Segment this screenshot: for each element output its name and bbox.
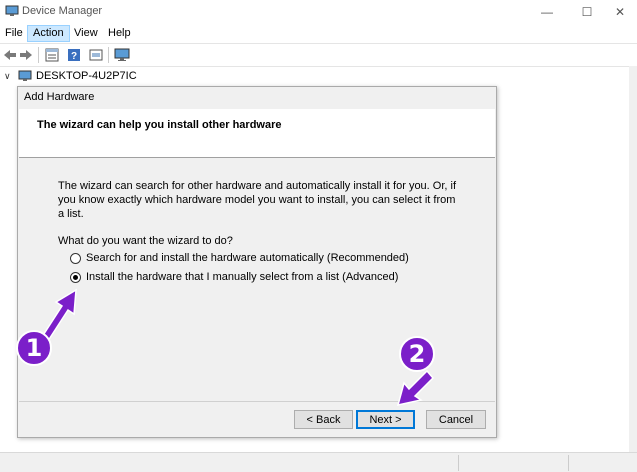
vertical-scrollbar[interactable] <box>629 66 637 458</box>
radio-button-unchecked[interactable] <box>70 252 81 264</box>
update-driver-button[interactable] <box>88 47 104 63</box>
toolbar-separator <box>38 47 39 63</box>
tree-root-label: DESKTOP-4U2P7IC <box>36 70 137 82</box>
window-title: Device Manager <box>22 5 103 17</box>
dialog-separator <box>19 401 495 402</box>
cancel-button[interactable]: Cancel <box>426 410 486 429</box>
back-button[interactable]: < Back <box>294 410 353 429</box>
radio-button-checked[interactable] <box>70 271 81 283</box>
dialog-heading: The wizard can help you install other ha… <box>37 119 282 131</box>
dialog-title: Add Hardware <box>24 91 95 103</box>
menu-help[interactable]: Help <box>103 25 136 42</box>
forward-button[interactable] <box>18 47 34 63</box>
menu-view[interactable]: View <box>69 25 103 42</box>
computer-icon <box>18 70 32 81</box>
close-icon: ✕ <box>614 5 626 19</box>
option-manual-select[interactable]: Install the hardware that I manually sel… <box>70 270 398 284</box>
back-arrow-icon <box>4 50 16 60</box>
properties-icon <box>45 48 59 62</box>
step-badge-1: 1 <box>16 330 52 366</box>
back-button[interactable] <box>2 47 18 63</box>
menu-bar: File Action View Help <box>0 24 637 42</box>
dialog-header: The wizard can help you install other ha… <box>19 109 495 158</box>
properties-button[interactable] <box>44 47 60 63</box>
menu-action[interactable]: Action <box>27 25 70 42</box>
help-icon: ? <box>68 49 80 62</box>
next-button[interactable]: Next > <box>356 410 415 429</box>
step-badge-2: 2 <box>399 336 435 372</box>
update-driver-icon <box>89 49 103 61</box>
status-divider <box>568 455 569 471</box>
dialog-question: What do you want the wizard to do? <box>58 235 233 247</box>
status-bar <box>0 452 637 472</box>
menu-file[interactable]: File <box>0 25 28 42</box>
minimize-icon: — <box>541 5 553 19</box>
chevron-down-icon[interactable]: ∨ <box>4 71 14 82</box>
device-manager-icon <box>5 5 19 16</box>
add-hardware-dialog: Add Hardware The wizard can help you ins… <box>17 86 497 438</box>
scan-hardware-button[interactable] <box>114 47 130 63</box>
forward-arrow-icon <box>20 50 32 60</box>
tree-root-node[interactable]: ∨ DESKTOP-4U2P7IC <box>4 69 137 83</box>
minimize-button[interactable]: — <box>527 0 567 24</box>
close-button[interactable]: ✕ <box>600 0 637 24</box>
maximize-icon: ☐ <box>581 5 593 19</box>
help-button[interactable]: ? <box>66 47 82 63</box>
monitor-icon <box>114 48 130 61</box>
option-search-automatically[interactable]: Search for and install the hardware auto… <box>70 251 409 265</box>
status-divider <box>458 455 459 471</box>
dialog-description: The wizard can search for other hardware… <box>58 180 457 220</box>
option-label: Search for and install the hardware auto… <box>86 252 409 264</box>
toolbar-separator <box>108 47 109 63</box>
title-bar: Device Manager — ☐ ✕ <box>0 0 637 24</box>
toolbar: ? <box>0 43 637 65</box>
svg-text:?: ? <box>71 51 77 62</box>
option-label: Install the hardware that I manually sel… <box>86 271 399 283</box>
